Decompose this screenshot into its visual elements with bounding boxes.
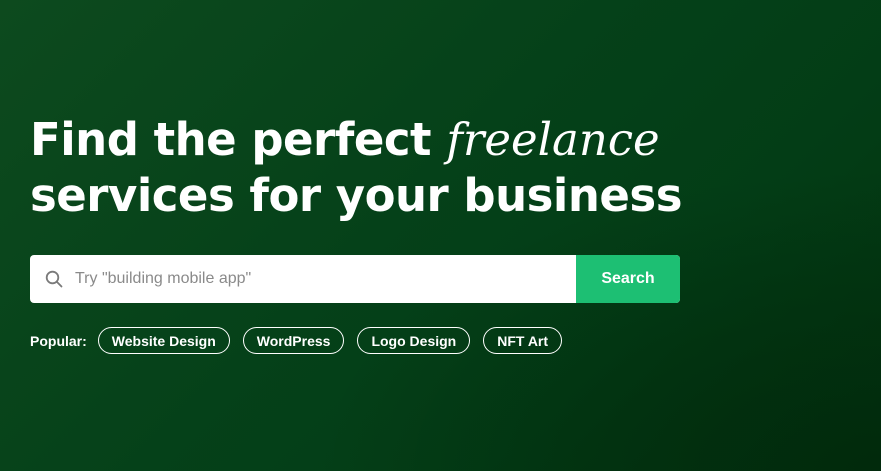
search-icon: [45, 270, 63, 288]
hero-headline: Find the perfect freelance services for …: [30, 112, 850, 224]
popular-tag-website-design[interactable]: Website Design: [97, 327, 230, 354]
hero-section: Find the perfect freelance services for …: [30, 112, 850, 354]
search-box[interactable]: [30, 255, 576, 303]
search-input[interactable]: [75, 255, 576, 303]
search-button[interactable]: Search: [576, 255, 680, 303]
headline-text-line2: services for your business: [30, 169, 682, 222]
headline-text: Find the perfect: [30, 113, 447, 166]
popular-tag-logo-design[interactable]: Logo Design: [357, 327, 471, 354]
popular-tags: Popular: Website Design WordPress Logo D…: [30, 327, 575, 354]
popular-tag-nft-art[interactable]: NFT Art: [483, 327, 563, 354]
headline-accent-word: freelance: [446, 113, 660, 166]
search-bar: Search: [30, 255, 680, 303]
popular-label: Popular:: [30, 332, 87, 349]
popular-tag-wordpress[interactable]: WordPress: [242, 327, 345, 354]
